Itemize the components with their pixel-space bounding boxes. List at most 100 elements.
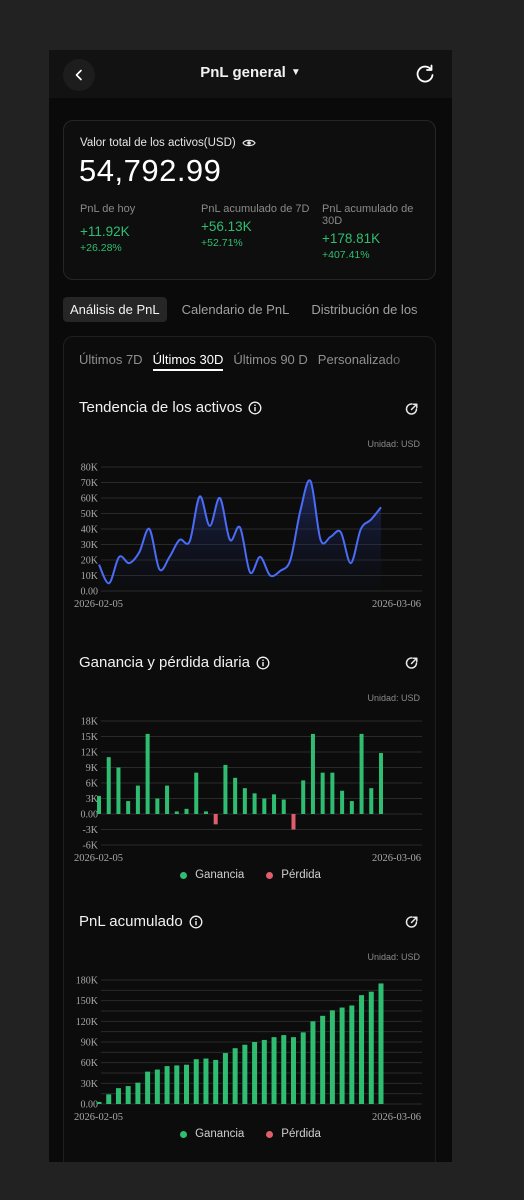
y-tick-label: 120K <box>76 1017 99 1028</box>
info-icon[interactable] <box>189 915 203 929</box>
gain-bar <box>262 798 267 814</box>
gain-bar <box>252 1042 258 1104</box>
loss-dot <box>266 871 274 879</box>
info-icon[interactable] <box>256 656 270 670</box>
tab-distribution[interactable]: Distribución de los <box>304 297 424 322</box>
gain-bar <box>290 1037 296 1104</box>
refresh-icon[interactable] <box>414 63 436 85</box>
share-icon[interactable] <box>404 655 420 671</box>
main-tabs: Análisis de PnL Calendario de PnL Distri… <box>63 295 452 323</box>
stat-label: PnL acumulado de 30D <box>322 203 414 227</box>
top-bar: PnL general ▼ <box>49 50 452 98</box>
gain-bar <box>242 788 247 814</box>
y-tick-label: 0.00 <box>81 1100 99 1111</box>
gain-bar <box>165 785 170 814</box>
stat-pnl-30d: PnL acumulado de 30D +178.81K +407.41% <box>322 203 434 261</box>
gain-bar <box>184 1064 190 1104</box>
x-tick-label: 2026-02-05 <box>74 599 123 610</box>
y-tick-label: 40K <box>81 525 99 536</box>
tab-last-7d[interactable]: Últimos 7D <box>79 348 143 378</box>
y-tick-label: -3K <box>82 825 98 836</box>
trend-title-text: Tendencia de los activos <box>79 399 243 416</box>
y-tick-label: 70K <box>81 478 99 489</box>
stat-value: +178.81K <box>322 231 381 246</box>
gain-bar <box>368 991 374 1104</box>
info-icon[interactable] <box>248 401 262 415</box>
y-tick-label: 30K <box>81 540 99 551</box>
daily-unit-label: Unidad: USD <box>367 693 420 703</box>
cumulative-unit-label: Unidad: USD <box>367 952 420 962</box>
y-tick-label: 180K <box>76 976 99 987</box>
gain-bar <box>329 1010 335 1104</box>
gain-bar <box>155 798 160 814</box>
gain-bar <box>330 772 335 814</box>
total-assets-label: Valor total de los activos(USD) <box>80 137 256 149</box>
stat-label: PnL acumulado de 7D <box>201 203 310 215</box>
gain-bar <box>359 733 364 814</box>
gain-bar <box>369 788 374 814</box>
y-tick-label: 9K <box>86 763 99 774</box>
y-tick-label: 0.00 <box>81 810 99 821</box>
share-icon[interactable] <box>404 914 420 930</box>
gain-bar <box>359 995 365 1104</box>
trend-area <box>99 480 381 591</box>
gain-bar <box>193 1059 199 1104</box>
legend-gain-label: Ganancia <box>195 869 245 881</box>
gain-bar <box>135 1082 141 1104</box>
y-tick-label: 10K <box>81 571 99 582</box>
cumulative-legend: Ganancia Pérdida <box>64 1128 437 1140</box>
page-title-dropdown[interactable]: PnL general ▼ <box>49 64 452 81</box>
y-tick-label: 0.00 <box>81 587 99 598</box>
tabs-fade <box>412 295 452 323</box>
gain-bar <box>281 1035 287 1104</box>
total-assets-value: 54,792.99 <box>79 153 222 188</box>
gain-bar <box>310 733 315 814</box>
stat-label: PnL de hoy <box>80 203 136 215</box>
total-assets-label-text: Valor total de los activos(USD) <box>80 137 236 149</box>
gain-bar <box>271 1037 277 1104</box>
gain-dot <box>180 871 188 879</box>
y-tick-label: 3K <box>86 794 99 805</box>
gain-bar <box>232 1048 238 1104</box>
gain-bar <box>301 780 306 814</box>
legend-gain: Ganancia <box>180 1128 244 1140</box>
gain-bar <box>320 1015 326 1104</box>
page-title: PnL general <box>200 64 286 81</box>
gain-bar <box>281 799 286 814</box>
eye-icon[interactable] <box>242 138 256 148</box>
y-tick-label: 30K <box>81 1079 99 1090</box>
share-icon[interactable] <box>404 401 420 417</box>
gain-bar <box>349 1005 355 1104</box>
tab-pnl-analysis[interactable]: Análisis de PnL <box>63 296 167 322</box>
tab-pnl-calendar[interactable]: Calendario de PnL <box>175 297 297 322</box>
legend-loss: Pérdida <box>266 869 321 881</box>
x-tick-label: 2026-02-05 <box>74 1112 123 1123</box>
y-tick-label: 90K <box>81 1038 99 1049</box>
asset-trend-chart: 0.00 10K 20K 30K 40K 50K 60K 70K 80K 2026-02-05 20… <box>74 463 422 610</box>
gain-bar <box>106 757 111 814</box>
gain-bar <box>223 764 228 814</box>
pnl-analysis-card: Últimos 7D Últimos 30D Últimos 90 D Pers… <box>63 336 436 1162</box>
loss-bar <box>291 814 296 830</box>
gain-bar <box>320 772 325 814</box>
gain-bar <box>106 1094 112 1104</box>
gain-bar <box>154 1069 160 1104</box>
y-tick-label: 80K <box>81 463 99 474</box>
stat-percent: +407.41% <box>322 249 370 261</box>
x-tick-label: 2026-03-06 <box>372 1112 421 1123</box>
gain-bar <box>184 808 189 814</box>
gain-bar <box>97 795 101 814</box>
tab-last-90d[interactable]: Últimos 90 D <box>233 348 307 378</box>
gain-bar <box>164 1066 170 1104</box>
y-tick-label: 20K <box>81 556 99 567</box>
stat-pnl-today: PnL de hoy +11.92K +26.28% <box>80 203 192 254</box>
stat-percent: +26.28% <box>80 242 122 254</box>
stat-value: +56.13K <box>201 219 252 234</box>
tab-last-30d[interactable]: Últimos 30D <box>152 348 224 371</box>
y-tick-label: 6K <box>86 779 99 790</box>
gain-bar <box>203 1058 209 1104</box>
legend-gain: Ganancia <box>180 869 244 881</box>
gain-bar <box>378 983 384 1104</box>
gain-bar <box>300 1032 306 1104</box>
gain-bar <box>213 1059 219 1104</box>
